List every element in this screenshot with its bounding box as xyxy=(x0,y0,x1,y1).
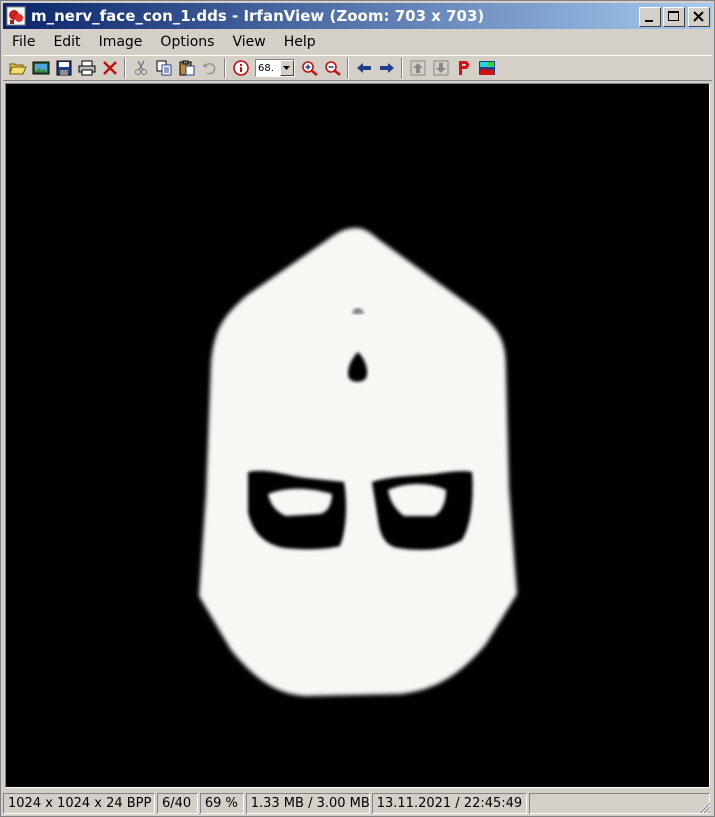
irfanview-logo-icon xyxy=(478,61,495,75)
zoom-select-value: 68. xyxy=(258,62,274,74)
paste-button[interactable] xyxy=(175,57,198,79)
page-up-icon xyxy=(410,60,425,76)
copy-button[interactable] xyxy=(152,57,175,79)
slideshow-icon xyxy=(32,61,49,75)
next-button[interactable] xyxy=(375,57,398,79)
save-button[interactable] xyxy=(52,57,75,79)
page-down-button[interactable] xyxy=(429,57,452,79)
paint-button[interactable] xyxy=(452,57,475,79)
slideshow-button[interactable] xyxy=(29,57,52,79)
toolbar-separator xyxy=(347,58,349,78)
status-zoom: 69 % xyxy=(199,792,244,814)
texture-image xyxy=(6,84,709,787)
irfanview-window: m_nerv_face_con_1.dds - IrfanView (Zoom:… xyxy=(0,0,715,817)
print-icon xyxy=(78,60,95,76)
info-icon xyxy=(232,60,249,76)
chevron-down-icon[interactable] xyxy=(280,60,294,76)
zoom-out-icon xyxy=(324,61,341,76)
resize-grip-icon[interactable] xyxy=(697,800,711,814)
page-down-icon xyxy=(433,60,448,76)
maximize-button[interactable] xyxy=(663,7,685,27)
close-icon xyxy=(693,11,704,22)
cut-button[interactable] xyxy=(129,57,152,79)
open-icon xyxy=(8,63,27,75)
status-empty xyxy=(528,792,711,814)
toolbar-separator xyxy=(224,58,226,78)
status-datetime: 13.11.2021 / 22:45:49 xyxy=(371,792,527,814)
window-controls xyxy=(637,7,710,27)
zoom-in-button[interactable] xyxy=(298,57,321,79)
open-button[interactable] xyxy=(6,57,29,79)
menu-edit[interactable]: Edit xyxy=(44,34,89,50)
copy-icon xyxy=(156,60,171,76)
toolbar-separator xyxy=(124,58,126,78)
save-icon xyxy=(56,60,71,76)
undo-icon xyxy=(201,63,215,75)
menu-view[interactable]: View xyxy=(223,34,274,50)
zoom-out-button[interactable] xyxy=(321,57,344,79)
menu-image[interactable]: Image xyxy=(90,34,152,50)
delete-button[interactable] xyxy=(98,57,121,79)
paint-icon xyxy=(458,61,469,75)
irfanview-logo-button[interactable] xyxy=(475,57,498,79)
menu-bar: File Edit Image Options View Help xyxy=(3,31,712,53)
previous-icon xyxy=(356,63,371,73)
page-up-button[interactable] xyxy=(406,57,429,79)
image-viewport[interactable] xyxy=(5,83,710,788)
print-button[interactable] xyxy=(75,57,98,79)
minimize-icon xyxy=(645,20,653,22)
title-bar[interactable]: m_nerv_face_con_1.dds - IrfanView (Zoom:… xyxy=(3,3,712,29)
toolbar: 68. xyxy=(3,55,712,81)
paste-icon xyxy=(179,60,194,76)
close-button[interactable] xyxy=(688,7,710,27)
status-bar: 1024 x 1024 x 24 BPP 6/40 69 % 1.33 MB /… xyxy=(3,791,712,815)
irfanview-app-icon[interactable] xyxy=(6,6,26,26)
status-file-index: 6/40 xyxy=(157,792,198,814)
zoom-select[interactable]: 68. xyxy=(255,59,295,77)
toolbar-separator xyxy=(401,58,403,78)
info-button[interactable] xyxy=(229,57,252,79)
menu-file[interactable]: File xyxy=(3,34,44,50)
undo-button[interactable] xyxy=(198,57,221,79)
maximize-icon xyxy=(668,11,679,21)
status-file-size: 1.33 MB / 3.00 MB xyxy=(245,792,370,814)
zoom-in-icon xyxy=(301,61,318,76)
window-title: m_nerv_face_con_1.dds - IrfanView (Zoom:… xyxy=(31,7,485,25)
cut-icon xyxy=(134,60,147,75)
menu-options[interactable]: Options xyxy=(151,34,223,50)
minimize-button[interactable] xyxy=(639,7,661,27)
previous-button[interactable] xyxy=(352,57,375,79)
status-dimensions: 1024 x 1024 x 24 BPP xyxy=(3,792,155,814)
delete-icon xyxy=(102,61,117,75)
menu-help[interactable]: Help xyxy=(275,34,325,50)
next-icon xyxy=(379,63,394,73)
